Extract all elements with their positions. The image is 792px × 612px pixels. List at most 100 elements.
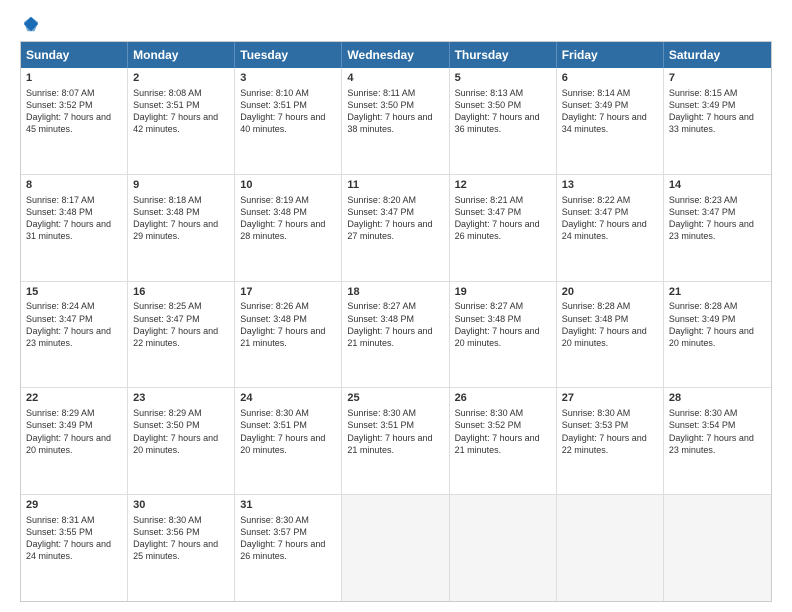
calendar-cell: 26Sunrise: 8:30 AMSunset: 3:52 PMDayligh… xyxy=(450,388,557,494)
sunrise-text: Sunrise: 8:29 AM xyxy=(26,407,122,419)
sunrise-text: Sunrise: 8:29 AM xyxy=(133,407,229,419)
sunset-text: Sunset: 3:52 PM xyxy=(455,419,551,431)
day-number: 19 xyxy=(455,285,551,300)
daylight-text: Daylight: 7 hours and 38 minutes. xyxy=(347,111,443,135)
day-number: 24 xyxy=(240,391,336,406)
day-number: 12 xyxy=(455,178,551,193)
sunset-text: Sunset: 3:51 PM xyxy=(240,99,336,111)
daylight-text: Daylight: 7 hours and 28 minutes. xyxy=(240,218,336,242)
day-number: 25 xyxy=(347,391,443,406)
daylight-text: Daylight: 7 hours and 23 minutes. xyxy=(26,325,122,349)
day-number: 7 xyxy=(669,71,766,86)
calendar-cell: 12Sunrise: 8:21 AMSunset: 3:47 PMDayligh… xyxy=(450,175,557,281)
daylight-text: Daylight: 7 hours and 21 minutes. xyxy=(455,432,551,456)
calendar-cell: 2Sunrise: 8:08 AMSunset: 3:51 PMDaylight… xyxy=(128,68,235,174)
calendar-cell: 28Sunrise: 8:30 AMSunset: 3:54 PMDayligh… xyxy=(664,388,771,494)
daylight-text: Daylight: 7 hours and 42 minutes. xyxy=(133,111,229,135)
calendar: SundayMondayTuesdayWednesdayThursdayFrid… xyxy=(20,41,772,602)
calendar-cell: 23Sunrise: 8:29 AMSunset: 3:50 PMDayligh… xyxy=(128,388,235,494)
daylight-text: Daylight: 7 hours and 20 minutes. xyxy=(26,432,122,456)
daylight-text: Daylight: 7 hours and 40 minutes. xyxy=(240,111,336,135)
sunrise-text: Sunrise: 8:24 AM xyxy=(26,300,122,312)
logo-icon xyxy=(22,15,40,33)
day-number: 29 xyxy=(26,498,122,513)
calendar-cell: 31Sunrise: 8:30 AMSunset: 3:57 PMDayligh… xyxy=(235,495,342,601)
sunset-text: Sunset: 3:51 PM xyxy=(347,419,443,431)
day-number: 23 xyxy=(133,391,229,406)
calendar-cell: 8Sunrise: 8:17 AMSunset: 3:48 PMDaylight… xyxy=(21,175,128,281)
calendar-cell: 10Sunrise: 8:19 AMSunset: 3:48 PMDayligh… xyxy=(235,175,342,281)
day-number: 18 xyxy=(347,285,443,300)
sunset-text: Sunset: 3:51 PM xyxy=(240,419,336,431)
sunrise-text: Sunrise: 8:28 AM xyxy=(669,300,766,312)
calendar-body: 1Sunrise: 8:07 AMSunset: 3:52 PMDaylight… xyxy=(21,68,771,601)
daylight-text: Daylight: 7 hours and 22 minutes. xyxy=(562,432,658,456)
sunset-text: Sunset: 3:47 PM xyxy=(455,206,551,218)
sunset-text: Sunset: 3:49 PM xyxy=(669,99,766,111)
sunset-text: Sunset: 3:50 PM xyxy=(455,99,551,111)
sunset-text: Sunset: 3:55 PM xyxy=(26,526,122,538)
sunrise-text: Sunrise: 8:28 AM xyxy=(562,300,658,312)
sunset-text: Sunset: 3:47 PM xyxy=(347,206,443,218)
calendar-cell: 16Sunrise: 8:25 AMSunset: 3:47 PMDayligh… xyxy=(128,282,235,388)
daylight-text: Daylight: 7 hours and 23 minutes. xyxy=(669,432,766,456)
day-number: 26 xyxy=(455,391,551,406)
calendar-cell: 7Sunrise: 8:15 AMSunset: 3:49 PMDaylight… xyxy=(664,68,771,174)
logo xyxy=(20,15,40,33)
day-number: 10 xyxy=(240,178,336,193)
day-number: 22 xyxy=(26,391,122,406)
calendar-cell: 13Sunrise: 8:22 AMSunset: 3:47 PMDayligh… xyxy=(557,175,664,281)
sunset-text: Sunset: 3:50 PM xyxy=(133,419,229,431)
daylight-text: Daylight: 7 hours and 21 minutes. xyxy=(347,432,443,456)
sunrise-text: Sunrise: 8:30 AM xyxy=(240,514,336,526)
sunrise-text: Sunrise: 8:27 AM xyxy=(347,300,443,312)
page: SundayMondayTuesdayWednesdayThursdayFrid… xyxy=(0,0,792,612)
sunrise-text: Sunrise: 8:30 AM xyxy=(455,407,551,419)
calendar-row-3: 15Sunrise: 8:24 AMSunset: 3:47 PMDayligh… xyxy=(21,282,771,389)
daylight-text: Daylight: 7 hours and 20 minutes. xyxy=(133,432,229,456)
day-number: 27 xyxy=(562,391,658,406)
daylight-text: Daylight: 7 hours and 21 minutes. xyxy=(240,325,336,349)
sunrise-text: Sunrise: 8:13 AM xyxy=(455,87,551,99)
calendar-cell: 4Sunrise: 8:11 AMSunset: 3:50 PMDaylight… xyxy=(342,68,449,174)
sunset-text: Sunset: 3:49 PM xyxy=(26,419,122,431)
daylight-text: Daylight: 7 hours and 20 minutes. xyxy=(562,325,658,349)
day-number: 8 xyxy=(26,178,122,193)
header-cell-tuesday: Tuesday xyxy=(235,42,342,68)
daylight-text: Daylight: 7 hours and 24 minutes. xyxy=(562,218,658,242)
sunset-text: Sunset: 3:48 PM xyxy=(240,313,336,325)
calendar-cell: 24Sunrise: 8:30 AMSunset: 3:51 PMDayligh… xyxy=(235,388,342,494)
sunset-text: Sunset: 3:48 PM xyxy=(562,313,658,325)
calendar-row-1: 1Sunrise: 8:07 AMSunset: 3:52 PMDaylight… xyxy=(21,68,771,175)
sunset-text: Sunset: 3:47 PM xyxy=(562,206,658,218)
sunset-text: Sunset: 3:49 PM xyxy=(669,313,766,325)
sunrise-text: Sunrise: 8:20 AM xyxy=(347,194,443,206)
daylight-text: Daylight: 7 hours and 26 minutes. xyxy=(240,538,336,562)
calendar-cell: 30Sunrise: 8:30 AMSunset: 3:56 PMDayligh… xyxy=(128,495,235,601)
calendar-cell: 25Sunrise: 8:30 AMSunset: 3:51 PMDayligh… xyxy=(342,388,449,494)
header-cell-monday: Monday xyxy=(128,42,235,68)
sunrise-text: Sunrise: 8:15 AM xyxy=(669,87,766,99)
sunset-text: Sunset: 3:47 PM xyxy=(669,206,766,218)
calendar-cell xyxy=(664,495,771,601)
calendar-cell: 17Sunrise: 8:26 AMSunset: 3:48 PMDayligh… xyxy=(235,282,342,388)
calendar-cell: 19Sunrise: 8:27 AMSunset: 3:48 PMDayligh… xyxy=(450,282,557,388)
day-number: 5 xyxy=(455,71,551,86)
sunrise-text: Sunrise: 8:18 AM xyxy=(133,194,229,206)
sunset-text: Sunset: 3:54 PM xyxy=(669,419,766,431)
sunset-text: Sunset: 3:48 PM xyxy=(455,313,551,325)
header-cell-friday: Friday xyxy=(557,42,664,68)
calendar-row-5: 29Sunrise: 8:31 AMSunset: 3:55 PMDayligh… xyxy=(21,495,771,601)
daylight-text: Daylight: 7 hours and 27 minutes. xyxy=(347,218,443,242)
daylight-text: Daylight: 7 hours and 29 minutes. xyxy=(133,218,229,242)
sunrise-text: Sunrise: 8:07 AM xyxy=(26,87,122,99)
sunset-text: Sunset: 3:50 PM xyxy=(347,99,443,111)
daylight-text: Daylight: 7 hours and 22 minutes. xyxy=(133,325,229,349)
calendar-cell: 15Sunrise: 8:24 AMSunset: 3:47 PMDayligh… xyxy=(21,282,128,388)
sunset-text: Sunset: 3:53 PM xyxy=(562,419,658,431)
day-number: 3 xyxy=(240,71,336,86)
sunrise-text: Sunrise: 8:30 AM xyxy=(240,407,336,419)
calendar-cell xyxy=(557,495,664,601)
sunset-text: Sunset: 3:49 PM xyxy=(562,99,658,111)
sunrise-text: Sunrise: 8:30 AM xyxy=(669,407,766,419)
